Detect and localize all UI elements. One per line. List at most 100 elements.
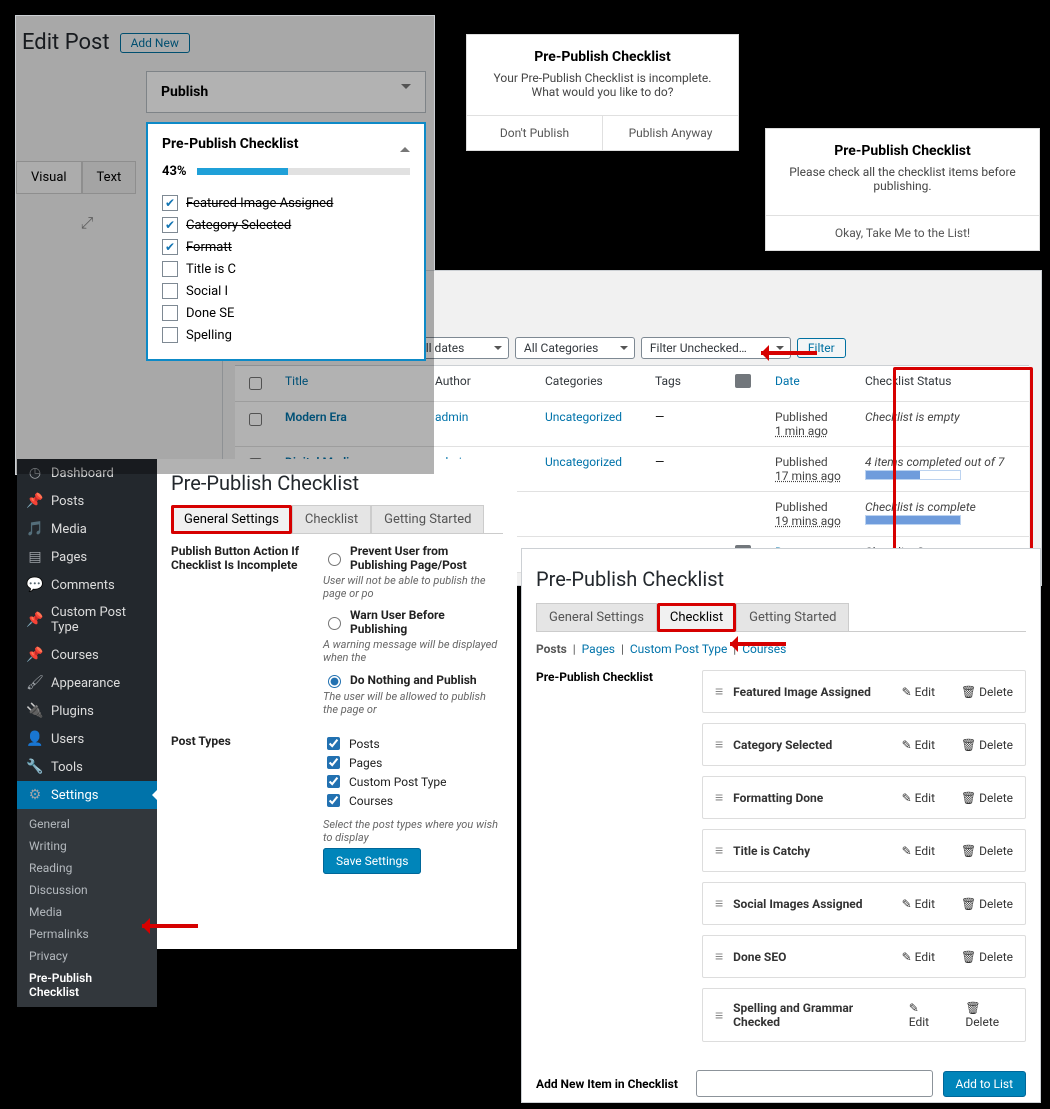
filter-button[interactable]: Filter	[797, 338, 846, 358]
tab-text[interactable]: Text	[82, 161, 137, 194]
submenu-general[interactable]: General	[17, 813, 157, 835]
submenu-discussion[interactable]: Discussion	[17, 879, 157, 901]
delete-button[interactable]: 🗑 Delete	[961, 685, 1013, 699]
category-link[interactable]: Uncategorized	[545, 455, 622, 469]
sidebar-item-dashboard[interactable]: ◷Dashboard	[17, 459, 157, 487]
checklist-item[interactable]: Done SE	[162, 305, 410, 321]
add-to-list-button[interactable]: Add to List	[943, 1071, 1026, 1097]
submenu-privacy[interactable]: Privacy	[17, 945, 157, 967]
tab-getting-started[interactable]: Getting Started	[371, 505, 484, 534]
sidebar-item-settings[interactable]: ⚙Settings	[17, 781, 157, 809]
check-courses[interactable]	[327, 794, 340, 807]
radio-prevent[interactable]	[328, 553, 341, 566]
col-categories: Categories	[535, 366, 645, 402]
edit-button[interactable]: ✎ Edit	[909, 1001, 940, 1029]
add-new-button[interactable]: Add New	[120, 33, 190, 53]
wrench-icon: 🔧	[27, 759, 43, 775]
sidebar-item-courses[interactable]: 📌Courses	[17, 641, 157, 669]
post-title-link[interactable]: Modern Era	[285, 410, 347, 424]
checklist-item[interactable]: ✔Formatt	[162, 239, 410, 255]
row-checkbox[interactable]	[249, 413, 262, 426]
chevron-up-icon[interactable]	[400, 136, 410, 152]
categories-filter[interactable]: All Categories	[515, 337, 635, 359]
sidebar-item-media[interactable]: 🎵Media	[17, 515, 157, 543]
cpt-pages[interactable]: Pages	[582, 642, 615, 656]
checklist-item[interactable]: Spelling	[162, 327, 410, 343]
submenu-writing[interactable]: Writing	[17, 835, 157, 857]
checkbox-icon[interactable]	[162, 261, 178, 277]
col-date[interactable]: Date	[775, 374, 800, 388]
sidebar-item-appearance[interactable]: 🖌Appearance	[17, 669, 157, 697]
select-all-checkbox[interactable]	[249, 377, 262, 390]
checkbox-icon[interactable]	[162, 305, 178, 321]
sidebar-item-tools[interactable]: 🔧Tools	[17, 753, 157, 781]
tab-visual[interactable]: Visual	[16, 161, 82, 194]
drag-handle-icon[interactable]: ≡	[715, 683, 723, 700]
delete-button[interactable]: 🗑 Delete	[965, 1001, 1013, 1029]
delete-button[interactable]: 🗑 Delete	[961, 791, 1013, 805]
checklist-item[interactable]: ✔Category Selected	[162, 217, 410, 233]
delete-button[interactable]: 🗑 Delete	[961, 950, 1013, 964]
dont-publish-button[interactable]: Don't Publish	[467, 116, 603, 150]
drag-handle-icon[interactable]: ≡	[715, 895, 723, 912]
tab-getting-started[interactable]: Getting Started	[736, 603, 849, 632]
author-link[interactable]: admin	[435, 410, 468, 424]
drag-handle-icon[interactable]: ≡	[715, 1007, 723, 1024]
edit-button[interactable]: ✎ Edit	[902, 738, 935, 752]
sidebar-item-users[interactable]: 👤Users	[17, 725, 157, 753]
check-pages[interactable]	[327, 756, 340, 769]
sidebar-item-pages[interactable]: ▤Pages	[17, 543, 157, 571]
delete-button[interactable]: 🗑 Delete	[961, 738, 1013, 752]
add-new-label: Add New Item in Checklist	[536, 1077, 686, 1091]
checkbox-icon[interactable]	[162, 327, 178, 343]
okay-button[interactable]: Okay, Take Me to the List!	[766, 215, 1039, 250]
delete-button[interactable]: 🗑 Delete	[961, 844, 1013, 858]
checkbox-icon[interactable]: ✔	[162, 239, 178, 255]
checklist-item[interactable]: Title is C	[162, 261, 410, 277]
publish-anyway-button[interactable]: Publish Anyway	[603, 116, 738, 150]
checkall-modal: Pre-Publish Checklist Please check all t…	[765, 128, 1040, 251]
checklist-item[interactable]: Social I	[162, 283, 410, 299]
drag-handle-icon[interactable]: ≡	[715, 789, 723, 806]
sidebar-item-plugins[interactable]: 🔌Plugins	[17, 697, 157, 725]
cpt-custom[interactable]: Custom Post Type	[630, 642, 728, 656]
delete-button[interactable]: 🗑 Delete	[961, 897, 1013, 911]
item-label: Title is Catchy	[733, 844, 810, 858]
radio-warn[interactable]	[328, 617, 341, 630]
edit-button[interactable]: ✎ Edit	[902, 950, 935, 964]
tab-general-settings[interactable]: General Settings	[536, 603, 657, 632]
check-cpt[interactable]	[327, 775, 340, 788]
drag-handle-icon[interactable]: ≡	[715, 736, 723, 753]
checkbox-icon[interactable]	[162, 283, 178, 299]
highlight-arrow	[730, 642, 786, 646]
edit-button[interactable]: ✎ Edit	[902, 897, 935, 911]
save-settings-button[interactable]: Save Settings	[323, 848, 421, 874]
checklist-item[interactable]: ✔Featured Image Assigned	[162, 195, 410, 211]
category-link[interactable]: Uncategorized	[545, 410, 622, 424]
add-new-input[interactable]	[696, 1070, 933, 1097]
sidebar-item-custom-post-type[interactable]: 📌Custom Post Type	[17, 599, 157, 641]
edit-button[interactable]: ✎ Edit	[902, 844, 935, 858]
item-label: Formatting Done	[733, 791, 823, 805]
radio-donothing[interactable]	[328, 675, 341, 688]
col-title[interactable]: Title	[285, 374, 308, 388]
pin-icon: 📌	[27, 647, 43, 663]
publish-metabox[interactable]: Publish	[146, 71, 426, 113]
tab-general-settings[interactable]: General Settings	[171, 505, 292, 534]
submenu-reading[interactable]: Reading	[17, 857, 157, 879]
checkbox-icon[interactable]: ✔	[162, 195, 178, 211]
drag-handle-icon[interactable]: ≡	[715, 842, 723, 859]
submenu-pre-publish-checklist[interactable]: Pre-Publish Checklist	[17, 967, 157, 1003]
edit-button[interactable]: ✎ Edit	[902, 685, 935, 699]
edit-button[interactable]: ✎ Edit	[902, 791, 935, 805]
tab-checklist[interactable]: Checklist	[292, 505, 371, 534]
sidebar-item-posts[interactable]: 📌Posts	[17, 487, 157, 515]
check-posts[interactable]	[327, 737, 340, 750]
sidebar-item-comments[interactable]: 💬Comments	[17, 571, 157, 599]
checklist-status-cell: Checklist is complete	[855, 492, 1029, 537]
checkbox-icon[interactable]: ✔	[162, 217, 178, 233]
fullscreen-icon[interactable]: ⤢	[76, 212, 98, 234]
drag-handle-icon[interactable]: ≡	[715, 948, 723, 965]
cpt-posts[interactable]: Posts	[536, 642, 567, 656]
tab-checklist[interactable]: Checklist	[657, 603, 736, 632]
